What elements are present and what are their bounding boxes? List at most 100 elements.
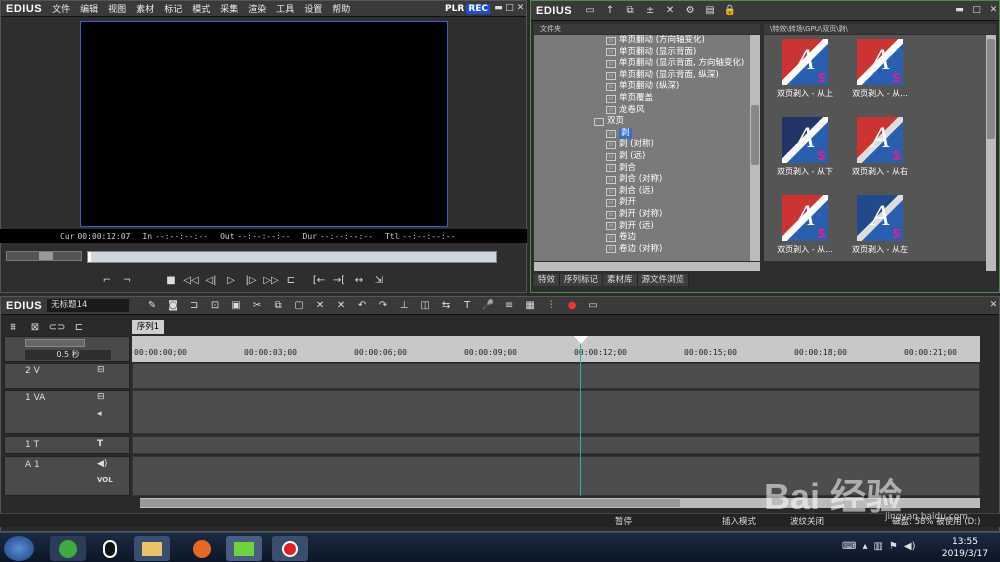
vol-label[interactable]: VOL [97,476,113,484]
shuttle-handle[interactable] [39,252,53,260]
taskbar-record-icon[interactable] [272,536,308,561]
track-header-a1[interactable]: A 1 ◀) VOL [4,456,130,496]
effect-thumbnail[interactable]: A S 双页剥入 - 从下 [769,117,841,187]
playhead-marker-icon[interactable] [574,336,588,344]
wand-icon[interactable]: ✎ [145,299,159,313]
folder-tree[interactable]: ▫ 单页翻动 (方向轴变化) ▫ 单页翻动 (显示背面) ▫ 单页翻动 (显示背面, 方向… [534,35,760,261]
render-icon[interactable]: ≡ [502,299,516,313]
zoom-slider[interactable] [25,339,85,347]
maximize-icon[interactable]: □ [504,3,515,14]
track-tool-3-icon[interactable]: ⊂⊃ [49,320,66,334]
taskbar-firefox-icon[interactable] [184,536,220,561]
camera-icon[interactable]: ◙ [166,299,180,313]
copy-clip-icon[interactable]: ⧉ [271,299,285,313]
tree-item[interactable]: ▫ 单页翻动 (显示背面) [534,47,760,59]
tree-item[interactable]: ▫ 单页翻动 (显示背面, 纵深) [534,70,760,82]
view-icon[interactable]: ▤ [703,4,717,18]
delete-icon[interactable]: ✕ [663,4,677,18]
track-tool-1-icon[interactable]: ⩩ [6,320,20,334]
plr-toggle[interactable]: PLR [445,4,464,14]
loop-icon[interactable]: ⊏ [284,273,298,287]
tree-item[interactable]: ▫ 单页翻动 (方向轴变化) [534,35,760,47]
track-tool-2-icon[interactable]: ⊠ [28,320,42,334]
tray-volume-icon[interactable]: ◀) [904,541,916,552]
track-v2-icon[interactable]: ⊟ [97,365,105,375]
title-icon[interactable]: T [460,299,474,313]
tree-item[interactable]: ▫ 剥合 (对称) [534,174,760,186]
menu-tools[interactable]: 工具 [271,2,299,15]
delete-clip-icon[interactable]: ✕ [334,299,348,313]
lane-t1[interactable] [132,436,980,454]
import-icon[interactable]: ⊡ [208,299,222,313]
close-icon[interactable]: ✕ [515,3,526,14]
tree-item[interactable]: ▫ 卷边 (对称) [534,244,760,256]
menu-settings[interactable]: 设置 [299,2,327,15]
track-header-t1[interactable]: 1 T T [4,436,130,454]
menu-mode[interactable]: 模式 [187,2,215,15]
rec-toggle[interactable]: REC [466,3,490,14]
tree-item[interactable]: ▫ 单页覆盖 [534,93,760,105]
tree-item[interactable]: ▫ 剥开 (远) [534,221,760,233]
timescale-select[interactable]: 0.5 秒 [25,350,111,360]
tree-item[interactable]: ▫ 龙卷风 [534,105,760,117]
lane-v2[interactable] [132,363,980,389]
tray-network-icon[interactable]: ▥ [873,541,882,552]
record-dot-icon[interactable]: ● [565,299,579,313]
thumbs-scroll-thumb[interactable] [987,39,995,139]
save-icon[interactable]: ▣ [229,299,243,313]
set-out-icon[interactable]: ¬ [120,273,134,287]
effect-thumbnail[interactable]: A S 双页剥入 - 从右 [844,117,916,187]
trim-icon[interactable]: ◫ [418,299,432,313]
tree-item[interactable]: ▫ 剥 (对称) [534,139,760,151]
tray-chevron-icon[interactable]: ▴ [862,541,867,552]
taskbar-edius-icon[interactable] [226,536,262,561]
bin-maximize-icon[interactable]: □ [971,5,982,16]
redo-icon[interactable]: ↷ [376,299,390,313]
split-icon[interactable]: ⊥ [397,299,411,313]
rewind-icon[interactable]: ◁◁ [183,273,198,287]
mixer-icon[interactable]: ⫶ [544,299,558,313]
bin-minimize-icon[interactable]: ▬ [954,5,965,16]
minimize-icon[interactable]: ▬ [493,3,504,14]
thumbs-scrollbar[interactable] [986,35,996,271]
menu-render[interactable]: 渲染 [243,2,271,15]
set-in-icon[interactable]: ⌐ [100,273,114,287]
menu-help[interactable]: 帮助 [327,2,355,15]
track-va1-icon[interactable]: ⊟ [97,392,105,402]
menu-clip[interactable]: 素材 [131,2,159,15]
preview-screen[interactable] [80,21,448,227]
export-icon[interactable]: ⇲ [372,273,386,287]
tab-clip-library[interactable]: 素材库 [603,274,638,286]
overwrite-icon[interactable]: →[ [332,273,346,287]
effect-thumbnail[interactable]: A S 双页剥入 - 从左 [844,195,916,261]
effect-thumbnail[interactable]: A S 双页剥入 - 从... [844,39,916,109]
clock[interactable]: 13:55 2019/3/17 [940,536,990,560]
taskbar-qq-icon[interactable] [92,536,128,561]
track-header-v2[interactable]: 2 V ⊟ [4,363,130,389]
project-name[interactable]: 无标题14 [47,299,130,312]
timeline-close-icon[interactable]: ✕ [988,300,999,311]
menu-capture[interactable]: 采集 [215,2,243,15]
effect-thumbnail[interactable]: A S 双页剥入 - 从上 [769,39,841,109]
tree-item[interactable]: ▫ 卷边 [534,232,760,244]
timeline-scroll-thumb[interactable] [140,499,680,507]
tree-item[interactable]: ▫ 剥合 [534,163,760,175]
folder-icon[interactable]: ▭ [583,4,597,18]
replace-icon[interactable]: ↔ [352,273,366,287]
sequence-tab[interactable]: 序列1 [132,320,164,334]
tree-scrollbar[interactable] [750,35,760,261]
tree-item[interactable]: ▫ 剥 [534,127,760,140]
tree-item[interactable]: ▫ 单页翻动 (显示背面, 方向轴变化) [534,58,760,70]
tab-source-browser[interactable]: 源文件浏览 [637,274,690,286]
fast-forward-icon[interactable]: ▷▷ [263,273,278,287]
tab-effects[interactable]: 特效 [534,274,561,286]
tree-scroll-thumb[interactable] [751,105,759,165]
track-va1-audio-icon[interactable]: ◂ [97,409,102,419]
up-folder-icon[interactable]: ↑ [603,4,617,18]
grid-icon[interactable]: ▦ [523,299,537,313]
tree-item[interactable]: ▫ 剥开 (对称) [534,209,760,221]
tray-flag-icon[interactable]: ⚑ [889,541,898,552]
open-icon[interactable]: ⊐ [187,299,201,313]
menu-edit[interactable]: 编辑 [75,2,103,15]
tree-item[interactable]: ▫ 剥开 [534,197,760,209]
